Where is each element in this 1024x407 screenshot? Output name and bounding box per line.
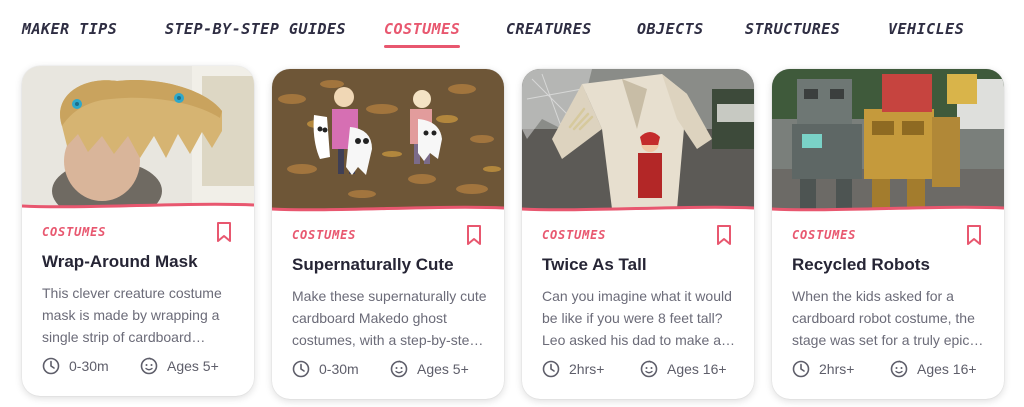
card-age-range: Ages 16+ <box>667 361 727 377</box>
child-face-icon <box>140 357 158 375</box>
card-age-range: Ages 16+ <box>917 361 977 377</box>
card-thumbnail <box>272 69 504 209</box>
bookmark-icon[interactable] <box>216 221 232 243</box>
card-description: Make these supernaturally cute cardboard… <box>292 288 487 348</box>
nav-item-vehicles[interactable]: VEHICLES <box>888 20 964 38</box>
guide-card-recycled-robots[interactable]: COSTUMES Recycled Robots When the kids a… <box>772 69 1004 399</box>
card-category: COSTUMES <box>292 228 357 242</box>
card-thumbnail <box>522 69 754 209</box>
card-title[interactable]: Wrap-Around Mask <box>42 252 242 272</box>
card-title[interactable]: Twice As Tall <box>542 255 742 275</box>
card-category: COSTUMES <box>42 225 107 239</box>
card-description: When the kids asked for a cardboard robo… <box>792 288 975 348</box>
card-age-range: Ages 5+ <box>167 358 219 374</box>
bookmark-icon[interactable] <box>966 224 982 246</box>
card-image-divider <box>22 202 254 212</box>
guide-card-wrap-around-mask[interactable]: COSTUMES Wrap-Around Mask This clever cr… <box>22 66 254 396</box>
card-duration: 2hrs+ <box>819 361 855 377</box>
card-image-divider <box>272 205 504 215</box>
child-face-icon <box>890 360 908 378</box>
category-nav: MAKER TIPS STEP-BY-STEP GUIDES COSTUMES … <box>0 0 1024 56</box>
card-duration: 0-30m <box>69 358 109 374</box>
card-title[interactable]: Supernaturally Cute <box>292 255 492 275</box>
card-category: COSTUMES <box>792 228 857 242</box>
bookmark-icon[interactable] <box>466 224 482 246</box>
nav-item-costumes[interactable]: COSTUMES <box>384 20 461 48</box>
card-meta: 0-30m Ages 5+ <box>42 355 242 377</box>
clock-icon <box>292 360 310 378</box>
nav-item-objects[interactable]: OBJECTS <box>637 20 704 38</box>
card-description: Can you imagine what it would be like if… <box>542 288 732 348</box>
card-meta: 2hrs+ Ages 16+ <box>542 358 742 380</box>
nav-item-structures[interactable]: STRUCTURES <box>745 20 840 38</box>
guide-card-supernaturally-cute[interactable]: COSTUMES Supernaturally Cute Make these … <box>272 69 504 399</box>
clock-icon <box>542 360 560 378</box>
child-face-icon <box>640 360 658 378</box>
card-meta: 2hrs+ Ages 16+ <box>792 358 992 380</box>
card-meta: 0-30m Ages 5+ <box>292 358 492 380</box>
clock-icon <box>792 360 810 378</box>
nav-item-step-by-step-guides[interactable]: STEP-BY-STEP GUIDES <box>165 20 346 38</box>
child-face-icon <box>390 360 408 378</box>
card-age-range: Ages 5+ <box>417 361 469 377</box>
card-duration: 2hrs+ <box>569 361 605 377</box>
nav-item-creatures[interactable]: CREATURES <box>506 20 592 38</box>
nav-item-maker-tips[interactable]: MAKER TIPS <box>22 20 117 38</box>
card-thumbnail <box>22 66 254 206</box>
card-image-divider <box>772 205 1004 215</box>
nav-item-costumes-label: COSTUMES <box>384 20 461 38</box>
card-duration: 0-30m <box>319 361 359 377</box>
card-title[interactable]: Recycled Robots <box>792 255 992 275</box>
card-image-divider <box>522 205 754 215</box>
bookmark-icon[interactable] <box>716 224 732 246</box>
card-category: COSTUMES <box>542 228 607 242</box>
guide-card-twice-as-tall[interactable]: COSTUMES Twice As Tall Can you imagine w… <box>522 69 754 399</box>
card-description: This clever creature costume mask is mad… <box>42 285 222 345</box>
clock-icon <box>42 357 60 375</box>
card-thumbnail <box>772 69 1004 209</box>
active-tab-underline <box>384 45 461 48</box>
